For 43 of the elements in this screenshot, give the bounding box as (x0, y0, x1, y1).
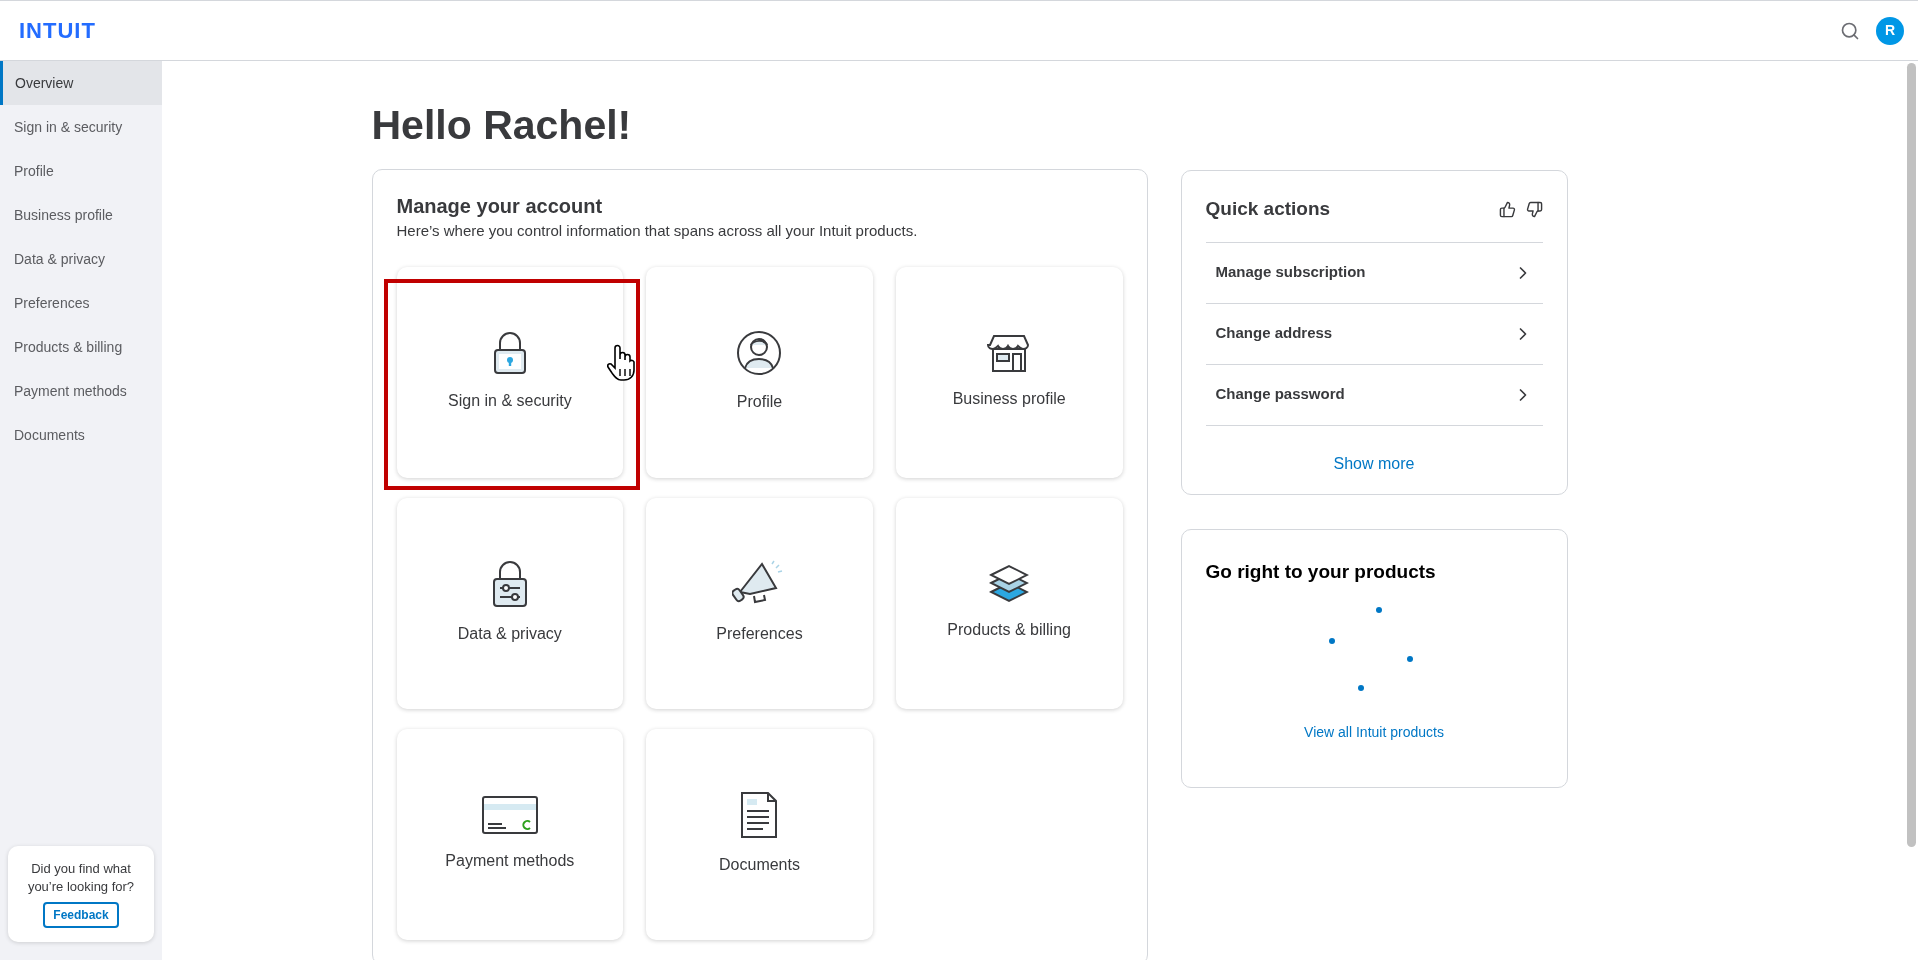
thumbs-down-icon[interactable] (1525, 200, 1543, 218)
account-tile[interactable]: Preferences (646, 497, 873, 709)
section-title: Manage your account (396, 194, 604, 218)
sidebar-item[interactable]: Overview (0, 61, 162, 105)
loading-spinner-icon (1328, 606, 1414, 692)
document-icon (739, 791, 780, 839)
avatar[interactable]: R (1876, 16, 1904, 45)
layers-icon (989, 564, 1030, 604)
section-subtitle: Here’s where you control information that spans across all your Intuit products. (396, 221, 919, 241)
logo[interactable]: INTUIT (19, 14, 96, 47)
search-icon[interactable] (1840, 20, 1860, 41)
account-tile[interactable]: Sign in & security (396, 266, 624, 478)
card-title: Go right to your products (1205, 559, 1437, 584)
scrollbar[interactable] (1907, 63, 1916, 847)
quick-action-link[interactable]: Change address (1205, 302, 1543, 364)
sidebar-item[interactable]: Payment methods (0, 369, 162, 413)
sidebar-item[interactable]: Products & billing (0, 325, 162, 369)
sidebar-item[interactable]: Sign in & security (0, 105, 162, 149)
quick-action-link[interactable]: Change password (1205, 363, 1543, 425)
account-tile[interactable]: Documents (646, 728, 873, 940)
card-title: Quick actions (1205, 197, 1331, 221)
feedback-button[interactable]: Feedback (43, 902, 119, 928)
thumbs-up-icon[interactable] (1498, 200, 1516, 218)
person-icon (736, 330, 783, 376)
sidebar-item[interactable]: Data & privacy (0, 237, 162, 281)
account-tile[interactable]: Payment methods (396, 728, 624, 940)
account-tile[interactable]: Products & billing (895, 497, 1123, 709)
sidebar-item[interactable]: Preferences (0, 281, 162, 325)
padlock-icon (491, 331, 528, 375)
sidebar-item[interactable]: Business profile (0, 193, 162, 237)
feedback-question: Did you find what you’re looking for? (26, 860, 136, 896)
sidebar-item[interactable]: Profile (0, 149, 162, 193)
account-tile[interactable]: Data & privacy (396, 497, 624, 709)
view-products-link[interactable]: View all Intuit products (1304, 722, 1444, 743)
greeting-heading: Hello Rachel! (371, 101, 633, 149)
account-tile[interactable]: Business profile (895, 266, 1123, 478)
hand-cursor-icon (606, 342, 635, 383)
account-tile[interactable]: Profile (646, 266, 873, 478)
sidebar-item[interactable]: Documents (0, 413, 162, 457)
credit-card-icon (481, 795, 538, 835)
show-more-link[interactable]: Show more (1333, 451, 1415, 476)
quick-action-link[interactable]: Manage subscription (1205, 241, 1543, 303)
padlock-sliders-icon (490, 560, 529, 608)
